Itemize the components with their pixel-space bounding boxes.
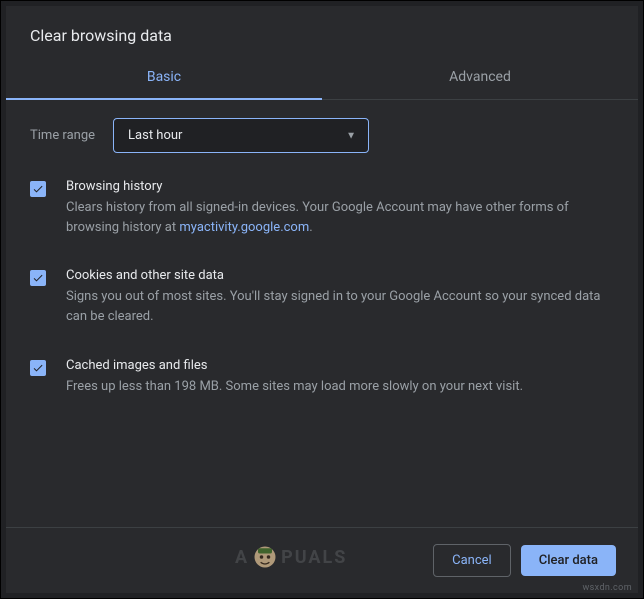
clear-browsing-data-dialog: Clear browsing data Basic Advanced Time … xyxy=(6,6,638,593)
option-text: Cookies and other site data Signs you ou… xyxy=(66,268,614,327)
option-text: Cached images and files Frees up less th… xyxy=(66,358,614,397)
check-icon xyxy=(32,183,44,195)
checkbox-cookies[interactable] xyxy=(30,270,46,286)
checkbox-cache[interactable] xyxy=(30,360,46,376)
option-desc: Frees up less than 198 MB. Some sites ma… xyxy=(66,377,614,397)
chevron-down-icon: ▼ xyxy=(346,130,356,141)
time-range-select[interactable]: Last hour ▼ xyxy=(113,118,369,153)
tab-advanced[interactable]: Advanced xyxy=(322,55,638,99)
option-browsing-history: Browsing history Clears history from all… xyxy=(30,179,614,238)
cancel-button[interactable]: Cancel xyxy=(433,544,511,577)
option-text: Browsing history Clears history from all… xyxy=(66,179,614,238)
dialog-header: Clear browsing data xyxy=(6,6,638,55)
clear-data-button[interactable]: Clear data xyxy=(521,545,616,576)
dialog-title: Clear browsing data xyxy=(30,26,614,45)
option-title: Cached images and files xyxy=(66,358,614,373)
option-desc: Clears history from all signed-in device… xyxy=(66,198,614,238)
brand-watermark: A PUALS xyxy=(235,543,347,571)
time-range-value: Last hour xyxy=(128,128,182,143)
checkbox-browsing-history[interactable] xyxy=(30,181,46,197)
check-icon xyxy=(32,272,44,284)
time-range-label: Time range xyxy=(30,128,95,143)
option-cache: Cached images and files Frees up less th… xyxy=(30,358,614,397)
option-desc: Signs you out of most sites. You'll stay… xyxy=(66,287,614,327)
appuals-logo-icon xyxy=(251,543,279,571)
option-cookies: Cookies and other site data Signs you ou… xyxy=(30,268,614,327)
myactivity-link[interactable]: myactivity.google.com xyxy=(179,220,309,235)
dialog-content: Time range Last hour ▼ Browsing history … xyxy=(6,100,638,527)
check-icon xyxy=(32,362,44,374)
option-title: Cookies and other site data xyxy=(66,268,614,283)
time-range-row: Time range Last hour ▼ xyxy=(30,118,614,153)
tab-bar: Basic Advanced xyxy=(6,55,638,100)
site-watermark: wsxdn.com xyxy=(582,583,632,593)
option-title: Browsing history xyxy=(66,179,614,194)
tab-basic[interactable]: Basic xyxy=(6,55,322,99)
